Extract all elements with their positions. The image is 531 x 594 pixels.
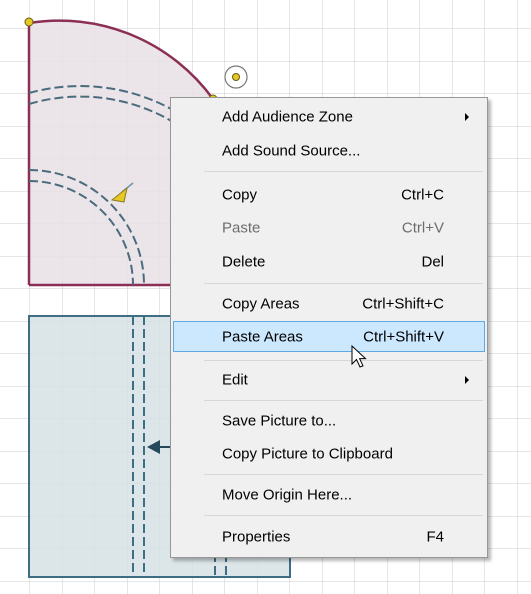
- menu-separator: [204, 360, 483, 361]
- context-menu: Add Audience Zone Add Sound Source... Co…: [170, 97, 488, 558]
- menu-item-edit[interactable]: Edit: [173, 364, 485, 395]
- menu-item-move-origin[interactable]: Move Origin Here...: [173, 479, 485, 510]
- submenu-arrow-icon: [465, 375, 469, 384]
- menu-item-label: Paste Areas: [222, 328, 303, 345]
- menu-separator: [204, 171, 483, 172]
- menu-item-shortcut: Ctrl+Shift+C: [362, 295, 444, 312]
- menu-item-add-sound-source[interactable]: Add Sound Source...: [173, 135, 485, 166]
- menu-item-shortcut: Ctrl+V: [401, 219, 444, 236]
- menu-item-paste: Paste Ctrl+V: [173, 212, 485, 243]
- menu-item-shortcut: Del: [421, 253, 444, 270]
- menu-item-label: Delete: [222, 253, 266, 270]
- menu-item-label: Copy Picture to Clipboard: [222, 445, 393, 462]
- menu-item-add-audience-zone[interactable]: Add Audience Zone: [173, 101, 485, 132]
- menu-item-paste-areas[interactable]: Paste Areas Ctrl+Shift+V: [173, 321, 485, 352]
- menu-item-shortcut: Ctrl+C: [401, 186, 444, 203]
- vertex-handle[interactable]: [24, 17, 34, 27]
- menu-item-copy-picture[interactable]: Copy Picture to Clipboard: [173, 438, 485, 469]
- menu-item-save-picture[interactable]: Save Picture to...: [173, 405, 485, 436]
- menu-separator: [204, 515, 483, 516]
- menu-item-label: Copy: [222, 186, 258, 203]
- menu-separator: [204, 283, 483, 284]
- menu-item-label: Edit: [222, 371, 248, 388]
- menu-item-label: Add Audience Zone: [222, 108, 353, 125]
- menu-item-label: Save Picture to...: [222, 412, 337, 429]
- menu-item-label: Properties: [222, 528, 291, 545]
- menu-item-label: Move Origin Here...: [222, 486, 353, 503]
- rotation-handle[interactable]: [224, 65, 248, 89]
- menu-item-properties[interactable]: Properties F4: [173, 521, 485, 552]
- menu-item-label: Add Sound Source...: [222, 142, 361, 159]
- menu-item-delete[interactable]: Delete Del: [173, 246, 485, 277]
- submenu-arrow-icon: [465, 112, 469, 121]
- mouse-cursor-icon: [351, 345, 367, 368]
- menu-item-shortcut: F4: [426, 528, 444, 545]
- menu-separator: [204, 400, 483, 401]
- menu-item-copy-areas[interactable]: Copy Areas Ctrl+Shift+C: [173, 288, 485, 319]
- menu-item-copy[interactable]: Copy Ctrl+C: [173, 179, 485, 210]
- menu-item-label: Paste: [222, 219, 261, 236]
- menu-separator: [204, 474, 483, 475]
- menu-item-shortcut: Ctrl+Shift+V: [363, 328, 444, 345]
- menu-item-label: Copy Areas: [222, 295, 300, 312]
